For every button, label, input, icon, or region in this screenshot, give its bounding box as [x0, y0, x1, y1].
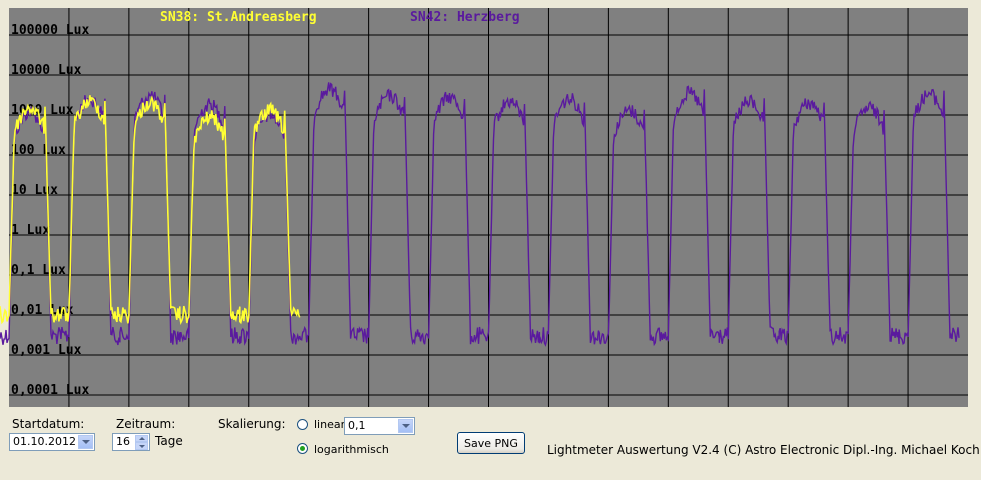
y-tick-label: 1 Lux — [11, 223, 50, 238]
chevron-down-icon[interactable] — [78, 435, 93, 449]
y-tick-label: 0,001 Lux — [11, 343, 82, 358]
zeitraum-label: Zeitraum: — [116, 417, 176, 431]
zeitraum-spinner[interactable]: 16 — [112, 433, 150, 451]
chevron-down-icon[interactable] — [398, 419, 413, 433]
save-png-button[interactable]: Save PNG — [457, 432, 525, 454]
startdatum-label: Startdatum: — [12, 417, 85, 431]
linear-radio[interactable] — [297, 419, 308, 430]
log-radio[interactable] — [297, 443, 308, 454]
y-tick-label: 0,0001 Lux — [11, 383, 89, 398]
legend-series2: SN42: Herzberg — [410, 10, 520, 25]
linear-value: 0,1 — [348, 419, 366, 432]
y-tick-label: 100 Lux — [11, 143, 66, 158]
y-tick-label: 10000 Lux — [11, 63, 82, 78]
linear-label: linear — [314, 418, 346, 431]
linear-value-select[interactable]: 0,1 — [344, 417, 415, 435]
startdatum-value: 01.10.2012 — [13, 435, 76, 448]
log-label: logarithmisch — [314, 443, 389, 456]
radio-selected-dot — [300, 446, 305, 451]
y-tick-label: 100000 Lux — [11, 23, 89, 38]
skalierung-label: Skalierung: — [218, 417, 286, 431]
startdatum-select[interactable]: 01.10.2012 — [9, 433, 95, 451]
spinner-down-icon[interactable] — [135, 442, 148, 450]
chart-svg: 100000 Lux10000 Lux1000 Lux100 Lux10 Lux… — [0, 8, 968, 407]
zeitraum-value: 16 — [116, 435, 130, 448]
spinner-up-icon[interactable] — [135, 435, 148, 442]
tage-label: Tage — [155, 434, 183, 448]
y-tick-label: 10 Lux — [11, 183, 58, 198]
footer-credits: Lightmeter Auswertung V2.4 (C) Astro Ele… — [547, 443, 980, 457]
legend-series1: SN38: St.Andreasberg — [160, 10, 317, 25]
y-tick-label: 0,1 Lux — [11, 263, 66, 278]
lightmeter-chart: 100000 Lux 10000 Lux 1000 Lux 100 Lux 10 Lux… — [0, 0, 981, 476]
